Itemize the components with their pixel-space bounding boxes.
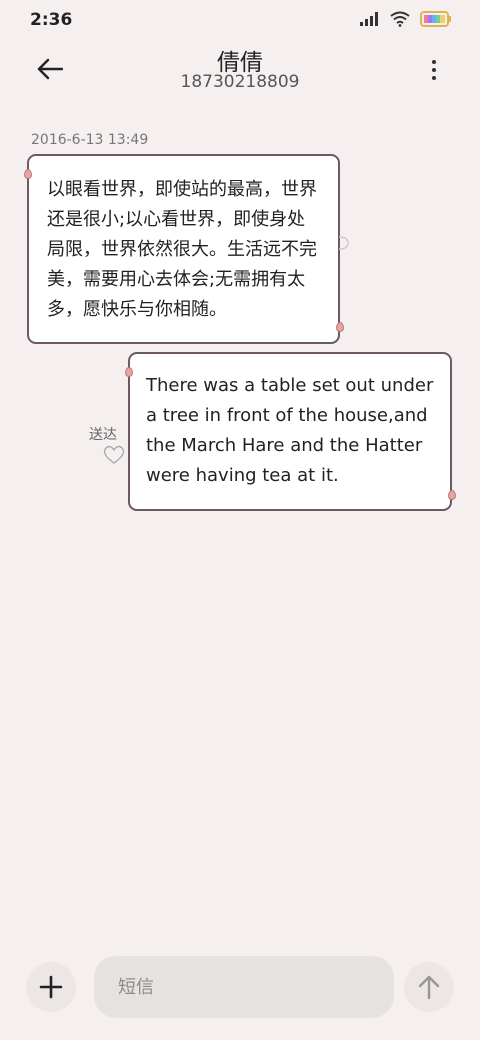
send-button[interactable] [404, 962, 454, 1012]
plus-icon [39, 975, 63, 999]
wifi-icon [390, 11, 410, 27]
send-arrow-icon [418, 975, 440, 1000]
heart-outline-icon [103, 445, 125, 464]
contact-number: 18730218809 [180, 72, 300, 92]
conversation-header: 倩倩 18730218809 [0, 40, 480, 100]
more-options-button[interactable] [422, 56, 446, 84]
add-attachment-button[interactable] [26, 962, 76, 1012]
bubble-pin-decoration [336, 322, 344, 332]
message-input[interactable] [94, 956, 394, 1018]
battery-icon [420, 11, 451, 27]
bubble-pin-decoration [24, 169, 32, 179]
heart-decoration-icon [338, 236, 349, 250]
bubble-pin-decoration [125, 367, 133, 377]
message-text: There was a table set out under a tree i… [146, 375, 434, 486]
status-bar: 2:36 [0, 0, 480, 40]
more-vertical-icon [432, 60, 436, 64]
message-timestamp: 2016-6-13 13:49 [31, 132, 149, 148]
compose-bar [0, 950, 480, 1030]
bubble-pin-decoration [448, 490, 456, 500]
outgoing-message-bubble[interactable]: There was a table set out under a tree i… [128, 352, 452, 511]
status-time: 2:36 [30, 10, 73, 30]
message-text: 以眼看世界，即使站的最高，世界还是很小;以心看世界，即使身处局限，世界依然很大。… [47, 179, 317, 320]
incoming-message-bubble[interactable]: 以眼看世界，即使站的最高，世界还是很小;以心看世界，即使身处局限，世界依然很大。… [27, 154, 340, 344]
signal-icon [360, 12, 378, 26]
delivery-status: 送达 [89, 427, 117, 443]
status-icons [360, 11, 452, 27]
